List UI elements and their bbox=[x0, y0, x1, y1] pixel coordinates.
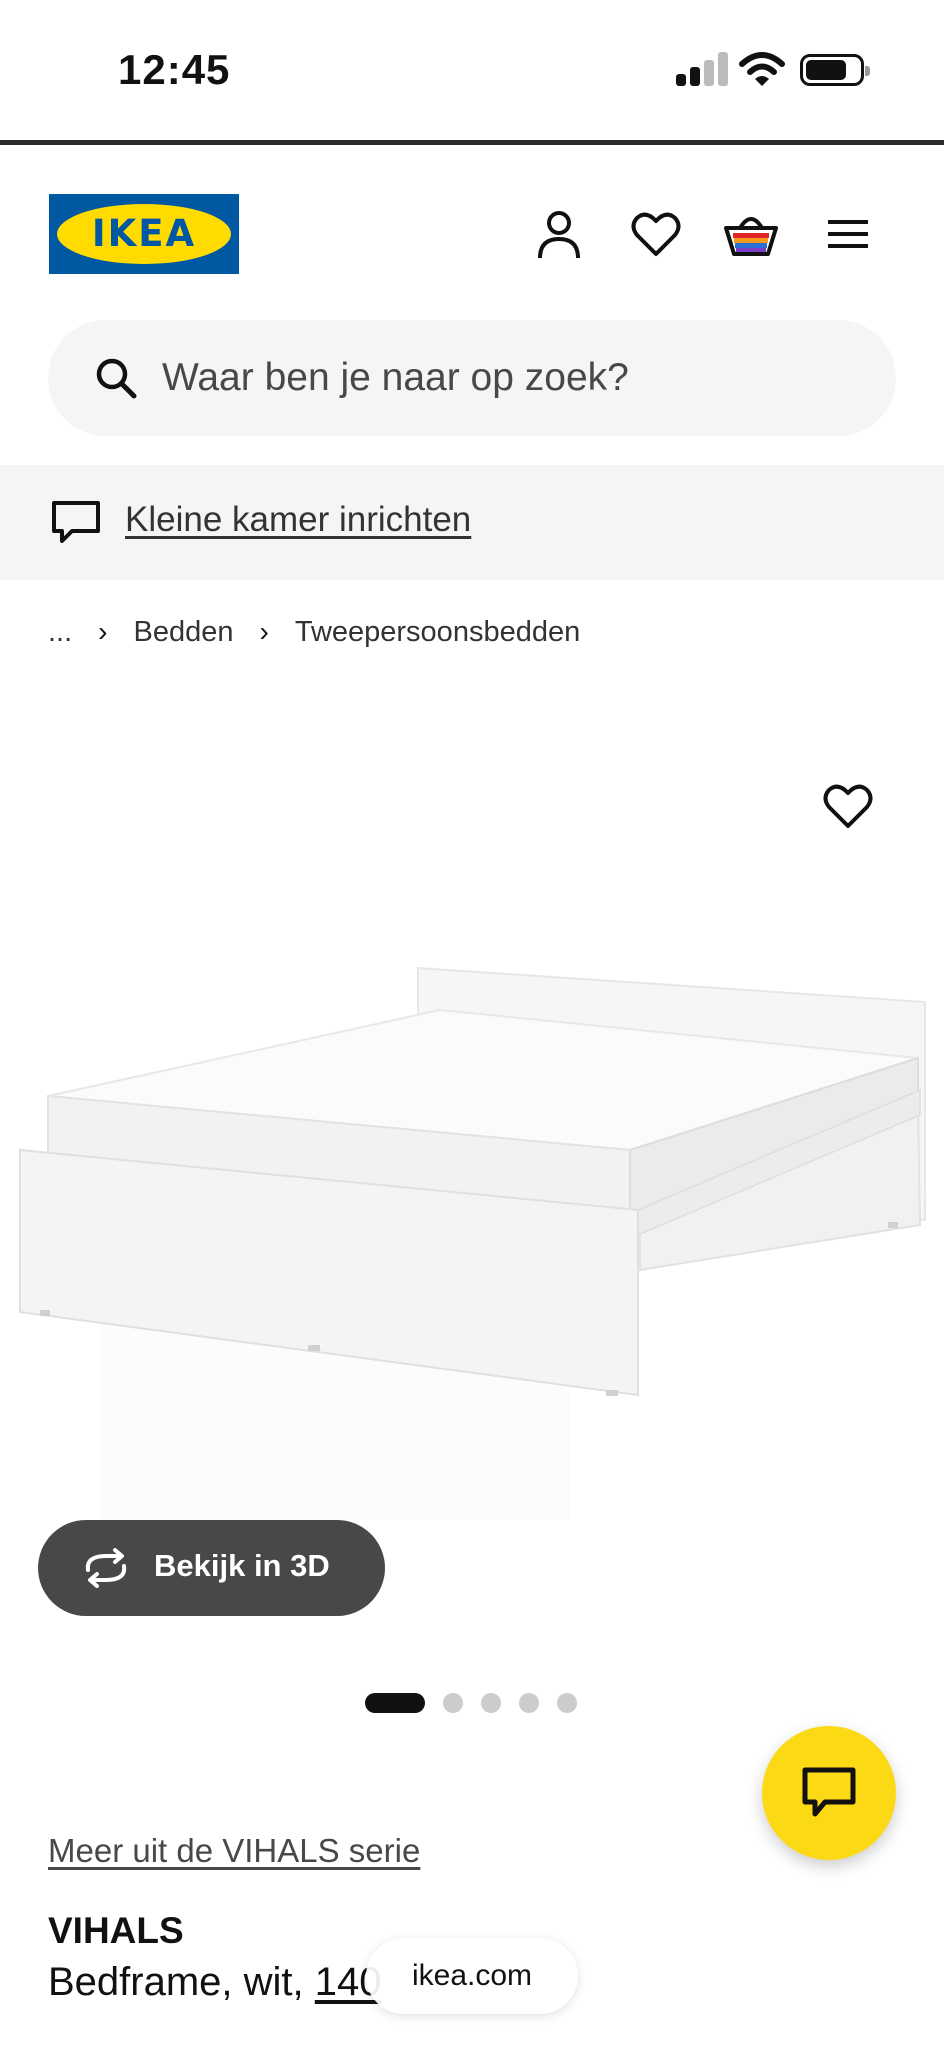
carousel-dot[interactable] bbox=[365, 1693, 425, 1713]
breadcrumb-item-tweepersoonsbedden[interactable]: Tweepersoonsbedden bbox=[295, 616, 580, 649]
carousel-dot[interactable] bbox=[557, 1693, 577, 1713]
breadcrumb-ellipsis[interactable]: ... bbox=[48, 616, 72, 649]
shopping-basket-icon[interactable] bbox=[723, 206, 779, 262]
chat-bubble-icon bbox=[802, 1767, 856, 1817]
image-carousel-indicator bbox=[365, 1693, 595, 1713]
product-name: VIHALS bbox=[48, 1910, 184, 1951]
chat-button[interactable] bbox=[762, 1726, 896, 1860]
carousel-dot[interactable] bbox=[481, 1693, 501, 1713]
logo-text: IKEA bbox=[91, 212, 197, 255]
chevron-right-icon: › bbox=[98, 616, 108, 647]
browser-url-bar[interactable]: ikea.com bbox=[366, 1938, 578, 2014]
status-bar: 12:45 bbox=[0, 0, 944, 140]
view-in-3d-label: Bekijk in 3D bbox=[154, 1548, 330, 1583]
battery-icon bbox=[800, 54, 870, 86]
series-link[interactable]: Meer uit de VIHALS serie bbox=[48, 1832, 420, 1870]
product-image-bed[interactable] bbox=[0, 940, 944, 1540]
carousel-dot[interactable] bbox=[443, 1693, 463, 1713]
save-to-wishlist-heart-icon[interactable] bbox=[820, 778, 876, 834]
ikea-logo[interactable]: IKEA bbox=[49, 194, 239, 274]
product-description: Bedframe, wit, 140 bbox=[48, 1960, 382, 2005]
status-time: 12:45 bbox=[118, 46, 231, 93]
view-in-3d-button[interactable]: Bekijk in 3D bbox=[38, 1520, 385, 1616]
wishlist-heart-icon[interactable] bbox=[628, 206, 684, 262]
product-description-text: Bedframe, wit, bbox=[48, 1960, 315, 2004]
promo-link[interactable]: Kleine kamer inrichten bbox=[125, 500, 471, 540]
promo-banner: Kleine kamer inrichten bbox=[0, 465, 944, 580]
search-icon bbox=[96, 358, 137, 399]
breadcrumb: ... › Bedden › Tweepersoonsbedden bbox=[48, 610, 580, 654]
rotate-3d-icon bbox=[85, 1548, 127, 1588]
speech-bubble-icon bbox=[52, 501, 100, 543]
hamburger-menu-icon[interactable] bbox=[820, 206, 876, 262]
search-bar[interactable] bbox=[48, 320, 896, 436]
account-icon[interactable] bbox=[531, 206, 587, 262]
search-input[interactable] bbox=[162, 348, 842, 408]
cellular-signal-icon bbox=[676, 52, 728, 86]
breadcrumb-item-bedden[interactable]: Bedden bbox=[134, 616, 234, 649]
wifi-icon bbox=[739, 52, 785, 86]
chevron-right-icon: › bbox=[259, 616, 269, 647]
divider bbox=[0, 140, 944, 145]
carousel-dot[interactable] bbox=[519, 1693, 539, 1713]
